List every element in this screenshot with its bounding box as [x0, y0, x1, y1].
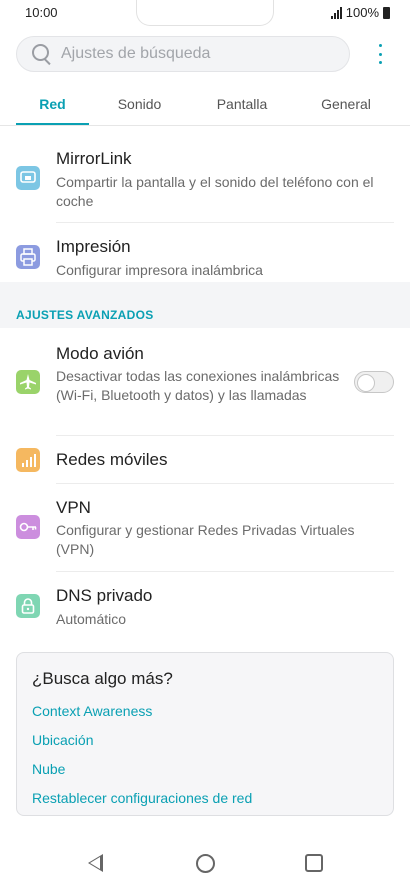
tab-sonido[interactable]: Sonido	[102, 96, 177, 112]
recent-apps-icon[interactable]	[305, 854, 323, 872]
search-icon	[31, 43, 53, 65]
lock-icon	[16, 594, 40, 618]
airplane-mode-toggle[interactable]	[354, 371, 394, 393]
more-options-icon[interactable]	[372, 42, 388, 66]
list-item-redes-moviles[interactable]: Redes móviles	[0, 436, 410, 483]
list-item-vpn[interactable]: VPN Configurar y gestionar Redes Privada…	[0, 484, 410, 570]
list-item-impresion[interactable]: Impresión Configurar impresora inalámbri…	[0, 223, 410, 281]
card-title: ¿Busca algo más?	[32, 669, 173, 688]
list-item-mirrorlink[interactable]: MirrorLink Compartir la pantalla y el so…	[0, 136, 410, 222]
item-title: Redes móviles	[56, 450, 168, 469]
item-subtitle: Automático	[56, 611, 127, 627]
item-title: Modo avión	[56, 344, 144, 363]
link-ubicacion[interactable]: Ubicación	[32, 732, 93, 748]
key-icon	[16, 515, 40, 539]
section-header: AJUSTES AVANZADOS	[16, 308, 154, 322]
back-icon[interactable]	[88, 854, 103, 872]
tab-pantalla[interactable]: Pantalla	[202, 96, 282, 112]
item-title: MirrorLink	[56, 149, 132, 168]
settings-screen: 10:00 100% Ajustes de búsqueda Red Sonid…	[0, 0, 410, 888]
list-item-dns-privado[interactable]: DNS privado Automático	[0, 572, 410, 636]
tab-red[interactable]: Red	[16, 96, 89, 112]
airplane-icon	[16, 370, 40, 394]
status-time: 10:00	[25, 5, 58, 20]
display-notch	[136, 0, 274, 26]
status-right: 100%	[330, 5, 390, 20]
link-restablecer-red[interactable]: Restablecer configuraciones de red	[32, 790, 252, 806]
item-subtitle: Configurar y gestionar Redes Privadas Vi…	[56, 522, 355, 557]
item-title: VPN	[56, 498, 91, 517]
navigation-bar	[0, 832, 410, 888]
active-tab-indicator	[16, 123, 89, 125]
printer-icon	[16, 245, 40, 269]
home-icon[interactable]	[196, 854, 215, 873]
item-subtitle: Configurar impresora inalámbrica	[56, 262, 263, 278]
link-nube[interactable]: Nube	[32, 761, 65, 777]
tab-bar: Red Sonido Pantalla General	[0, 88, 410, 126]
item-subtitle: Desactivar todas las conexiones inalámbr…	[56, 368, 340, 403]
status-bar: 10:00 100%	[0, 0, 410, 26]
link-context-awareness[interactable]: Context Awareness	[32, 703, 152, 719]
search-bar[interactable]: Ajustes de búsqueda	[16, 36, 350, 72]
mirrorlink-icon	[16, 166, 40, 190]
search-input[interactable]: Ajustes de búsqueda	[61, 45, 210, 63]
signal-icon	[16, 448, 40, 472]
list-item-modo-avion[interactable]: Modo avión Desactivar todas las conexion…	[0, 330, 410, 434]
tab-general[interactable]: General	[308, 96, 384, 112]
item-subtitle: Compartir la pantalla y el sonido del te…	[56, 174, 374, 209]
item-title: Impresión	[56, 237, 131, 256]
battery-percent: 100%	[345, 5, 379, 20]
item-title: DNS privado	[56, 586, 153, 605]
cell-signal-icon	[330, 6, 342, 19]
battery-icon	[383, 6, 390, 19]
suggestions-card: ¿Busca algo más? Context Awareness Ubica…	[16, 652, 394, 816]
